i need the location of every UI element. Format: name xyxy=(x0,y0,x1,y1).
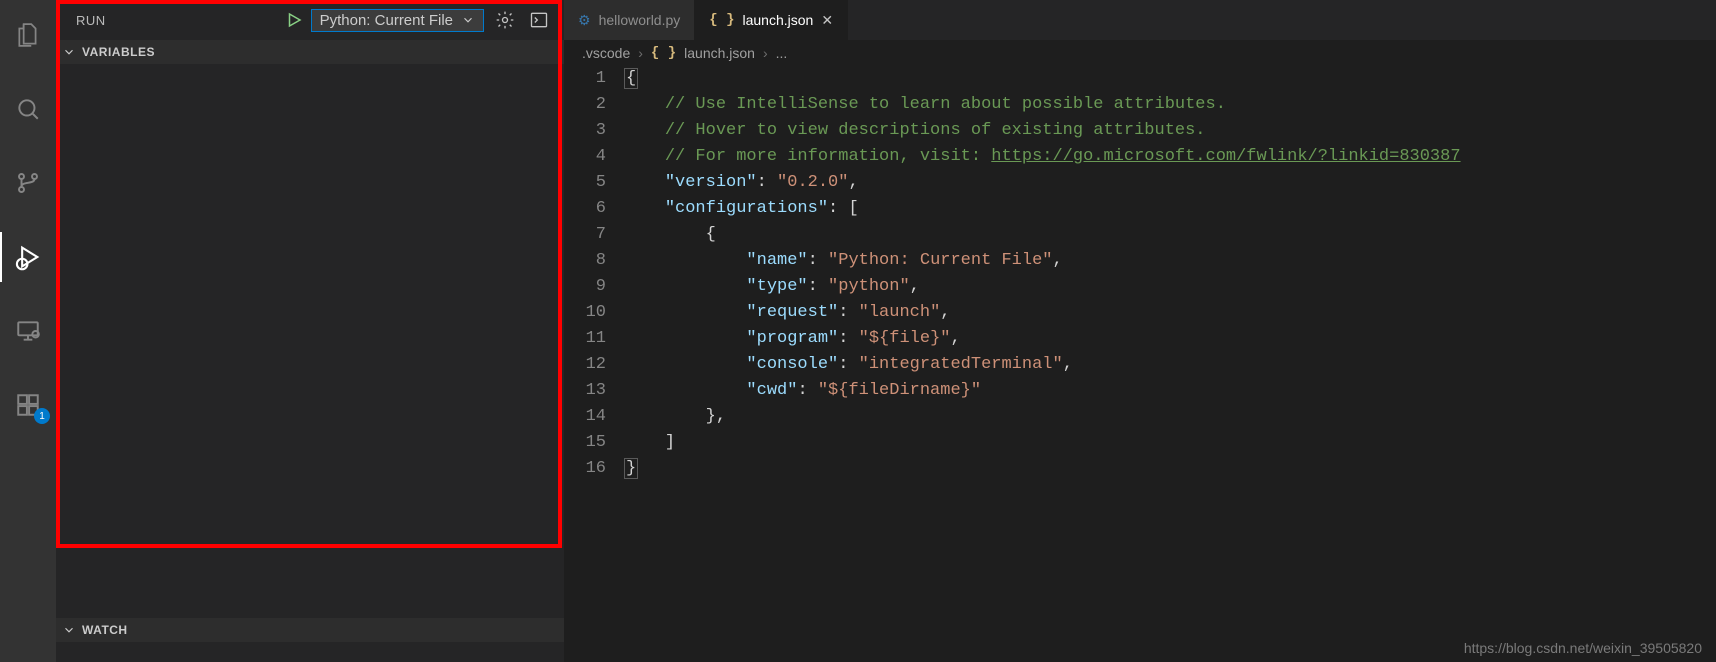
terminal-icon xyxy=(529,10,549,30)
code-line[interactable]: { xyxy=(624,66,1716,92)
line-number: 7 xyxy=(564,222,606,248)
line-number: 8 xyxy=(564,248,606,274)
code-line[interactable]: "type": "python", xyxy=(624,274,1716,300)
run-panel: RUN Python: Current File VARIABLES WATCH xyxy=(56,0,564,662)
code-line[interactable]: ] xyxy=(624,430,1716,456)
debug-console-button[interactable] xyxy=(526,7,552,33)
activity-run-debug[interactable] xyxy=(0,232,56,282)
line-number: 13 xyxy=(564,378,606,404)
code-line[interactable]: "version": "0.2.0", xyxy=(624,170,1716,196)
gear-icon xyxy=(495,10,515,30)
run-panel-header: RUN Python: Current File xyxy=(56,0,564,40)
code-line[interactable]: } xyxy=(624,456,1716,482)
code-line[interactable]: "console": "integratedTerminal", xyxy=(624,352,1716,378)
line-number: 5 xyxy=(564,170,606,196)
code-editor[interactable]: 12345678910111213141516 { // Use Intelli… xyxy=(564,66,1716,662)
watch-section-label: WATCH xyxy=(82,623,128,637)
activity-explorer[interactable] xyxy=(0,10,56,60)
code-content[interactable]: { // Use IntelliSense to learn about pos… xyxy=(624,66,1716,662)
json-icon: { } xyxy=(651,45,676,61)
line-number: 1 xyxy=(564,66,606,92)
line-number: 10 xyxy=(564,300,606,326)
run-panel-title: RUN xyxy=(76,13,106,28)
line-number: 12 xyxy=(564,352,606,378)
breadcrumb-segment[interactable]: launch.json xyxy=(684,45,755,61)
line-number: 6 xyxy=(564,196,606,222)
breadcrumbs[interactable]: .vscode › { } launch.json › ... xyxy=(564,40,1716,66)
python-icon: ⚙ xyxy=(578,12,591,29)
code-line[interactable]: // Use IntelliSense to learn about possi… xyxy=(624,92,1716,118)
activity-scm[interactable] xyxy=(0,158,56,208)
play-icon xyxy=(285,11,303,29)
remote-icon xyxy=(15,318,41,344)
breadcrumb-segment[interactable]: .vscode xyxy=(582,45,630,61)
line-number: 2 xyxy=(564,92,606,118)
chevron-down-icon xyxy=(62,623,76,637)
code-line[interactable]: "request": "launch", xyxy=(624,300,1716,326)
variables-section-body xyxy=(56,64,564,618)
variables-section-header[interactable]: VARIABLES xyxy=(56,40,564,64)
chevron-right-icon: › xyxy=(638,45,643,61)
line-number: 9 xyxy=(564,274,606,300)
watch-section-header[interactable]: WATCH xyxy=(56,618,564,642)
activity-bar: 1 xyxy=(0,0,56,662)
debug-settings-button[interactable] xyxy=(492,7,518,33)
branch-icon xyxy=(15,170,41,196)
debug-config-label: Python: Current File xyxy=(320,12,453,29)
line-number: 14 xyxy=(564,404,606,430)
json-icon: { } xyxy=(709,12,734,28)
line-gutter: 12345678910111213141516 xyxy=(564,66,624,662)
files-icon xyxy=(15,22,41,48)
debug-icon xyxy=(14,243,42,271)
editor-area: ⚙ helloworld.py { } launch.json ✕ .vscod… xyxy=(564,0,1716,662)
editor-tabs: ⚙ helloworld.py { } launch.json ✕ xyxy=(564,0,1716,40)
activity-remote[interactable] xyxy=(0,306,56,356)
chevron-right-icon: › xyxy=(763,45,768,61)
watermark: https://blog.csdn.net/weixin_39505820 xyxy=(1464,640,1702,656)
search-icon xyxy=(15,96,41,122)
extensions-badge: 1 xyxy=(34,408,50,424)
code-line[interactable]: // Hover to view descriptions of existin… xyxy=(624,118,1716,144)
line-number: 15 xyxy=(564,430,606,456)
close-icon[interactable]: ✕ xyxy=(821,12,833,29)
line-number: 11 xyxy=(564,326,606,352)
code-line[interactable]: "name": "Python: Current File", xyxy=(624,248,1716,274)
breadcrumb-segment[interactable]: ... xyxy=(776,45,788,61)
line-number: 16 xyxy=(564,456,606,482)
debug-config-select[interactable]: Python: Current File xyxy=(311,9,484,32)
chevron-down-icon xyxy=(62,45,76,59)
tab-label: launch.json xyxy=(743,12,814,28)
code-line[interactable]: "program": "${file}", xyxy=(624,326,1716,352)
line-number: 4 xyxy=(564,144,606,170)
line-number: 3 xyxy=(564,118,606,144)
code-line[interactable]: { xyxy=(624,222,1716,248)
tab-label: helloworld.py xyxy=(599,12,681,28)
code-line[interactable]: // For more information, visit: https://… xyxy=(624,144,1716,170)
variables-section-label: VARIABLES xyxy=(82,45,155,59)
code-line[interactable]: "configurations": [ xyxy=(624,196,1716,222)
activity-extensions[interactable]: 1 xyxy=(0,380,56,430)
tab-helloworld[interactable]: ⚙ helloworld.py xyxy=(564,0,695,40)
watch-section-body xyxy=(56,642,564,662)
tab-launch-json[interactable]: { } launch.json ✕ xyxy=(695,0,848,40)
start-debug-button[interactable] xyxy=(285,11,303,29)
code-line[interactable]: "cwd": "${fileDirname}" xyxy=(624,378,1716,404)
activity-search[interactable] xyxy=(0,84,56,134)
chevron-down-icon xyxy=(461,13,475,27)
code-line[interactable]: }, xyxy=(624,404,1716,430)
